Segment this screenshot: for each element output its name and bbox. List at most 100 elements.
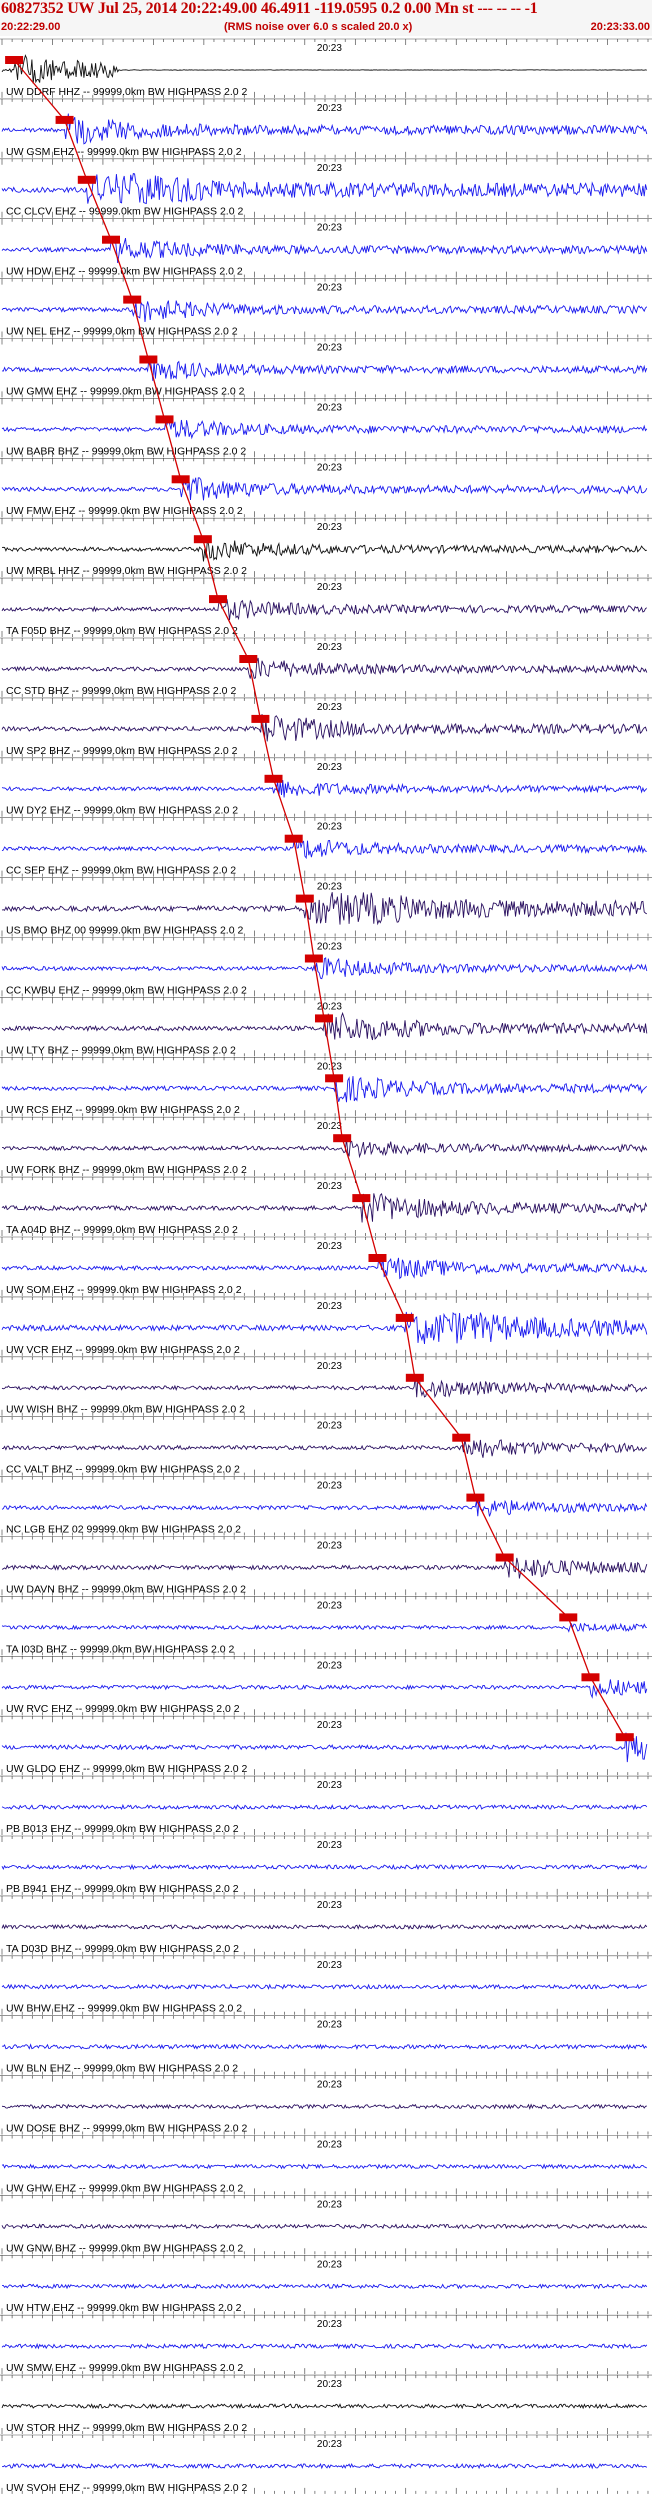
station-label: TA F05D BHZ -- 99999.0km BW HIGHPASS 2.0… (6, 625, 238, 637)
trace-waveform (1, 477, 648, 501)
minute-label: 20:23 (317, 942, 342, 953)
minute-label: 20:23 (317, 2080, 342, 2091)
trace-waveform (1, 1497, 648, 1517)
station-label: UW GNW BHZ -- 99999.0km BW HIGHPASS 2.0 … (6, 2242, 243, 2254)
trace-waveform (1, 2223, 648, 2230)
minute-label: 20:23 (317, 522, 342, 533)
trace-waveform (1, 892, 648, 926)
trace-waveform (1, 1553, 648, 1579)
minute-label: 20:23 (317, 2140, 342, 2151)
station-label: UW GHW EHZ -- 99999.0km BW HIGHPASS 2.0 … (6, 2182, 243, 2194)
trace-waveform (1, 1193, 648, 1223)
station-label: UW LTY BHZ -- 99999.0km BW HIGHPASS 2.0 … (6, 1044, 236, 1056)
start-time-label: 20:22:29.00 (1, 21, 61, 33)
minute-label: 20:23 (317, 1840, 342, 1851)
trace-waveform (1, 1732, 648, 1763)
station-label: UW GLDO EHZ -- 99999.0km BW HIGHPASS 2.0… (6, 1763, 248, 1775)
trace-waveform (1, 1255, 648, 1280)
minute-label: 20:23 (317, 2199, 342, 2210)
trace-waveform (1, 173, 648, 205)
station-label: UW BABR BHZ -- 99999.0km BW HIGHPASS 2.0… (6, 445, 246, 457)
record-title: 60827352 UW Jul 25, 2014 20:22:49.00 46.… (1, 0, 538, 17)
station-label: CC STD BHZ -- 99999.0km BW HIGHPASS 2.0 … (6, 685, 236, 697)
minute-label: 20:23 (317, 1900, 342, 1911)
station-label: UW GSM EHZ -- 99999.0km BW HIGHPASS 2.0 … (6, 146, 242, 158)
station-label: UW BLN EHZ -- 99999.0km BW HIGHPASS 2.0 … (6, 2063, 238, 2075)
minute-label: 20:23 (317, 762, 342, 773)
station-label: CC KWBU EHZ -- 99999.0km BW HIGHPASS 2.0… (6, 984, 247, 996)
trace-waveform (1, 1863, 648, 1871)
station-label: UW NEL EHZ -- 99999.0km BW HIGHPASS 2.0 … (6, 326, 238, 338)
trace-waveform (1, 54, 647, 84)
station-label: TA A04D BHZ -- 99999.0km BW HIGHPASS 2.0… (6, 1224, 238, 1236)
station-label: CC SEP EHZ -- 99999.0km BW HIGHPASS 2.0 … (6, 865, 236, 877)
station-label: UW RVC EHZ -- 99999.0km BW HIGHPASS 2.0 … (6, 1703, 240, 1715)
minute-label: 20:23 (317, 163, 342, 174)
trace-waveform (1, 236, 648, 263)
station-label: UW DDRF HHZ -- 99999.0km BW HIGHPASS 2.0… (6, 86, 248, 98)
minute-label: 20:23 (317, 103, 342, 114)
minute-label: 20:23 (317, 223, 342, 234)
trace-waveform (1, 1439, 647, 1458)
station-label: CC CLCV EHZ -- 99999.0km BW HIGHPASS 2.0… (6, 206, 243, 218)
station-label: CC VALT BHZ -- 99999.0km BW HIGHPASS 2.0… (6, 1464, 240, 1476)
minute-label: 20:23 (317, 1121, 342, 1132)
station-label: PB B013 EHZ -- 99999.0km BW HIGHPASS 2.0… (6, 1823, 239, 1835)
station-label: UW SOM EHZ -- 99999.0km BW HIGHPASS 2.0 … (6, 1284, 242, 1296)
trace-waveform (1, 1679, 648, 1699)
station-label: TA I03D BHZ -- 99999.0km BW HIGHPASS 2.0… (6, 1643, 235, 1655)
trace-waveform (1, 1076, 648, 1103)
trace-waveform (1, 780, 648, 798)
minute-label: 20:23 (317, 582, 342, 593)
trace-waveform (1, 1803, 648, 1811)
end-time-label: 20:23:33.00 (590, 21, 650, 33)
minute-label: 20:23 (317, 43, 342, 54)
trace-waveform (1, 300, 648, 323)
trace-waveform (1, 358, 648, 381)
trace-waveform (1, 657, 648, 680)
minute-label: 20:23 (317, 822, 342, 833)
minute-label: 20:23 (317, 1541, 342, 1552)
station-label: UW BHW EHZ -- 99999.0km BW HIGHPASS 2.0 … (6, 2003, 242, 2015)
station-label: UW SP2 BHZ -- 99999.0km BW HIGHPASS 2.0 … (6, 745, 238, 757)
minute-label: 20:23 (317, 1720, 342, 1731)
trace-waveform (1, 2043, 648, 2051)
minute-label: 20:23 (317, 283, 342, 294)
trace-waveform (1, 113, 648, 145)
minute-label: 20:23 (317, 1001, 342, 1012)
minute-label: 20:23 (317, 2020, 342, 2031)
minute-label: 20:23 (317, 1181, 342, 1192)
station-label: UW DY2 EHZ -- 99999.0km BW HIGHPASS 2.0 … (6, 805, 238, 817)
minute-label: 20:23 (317, 1960, 342, 1971)
trace-waveform (1, 417, 648, 440)
minute-label: 20:23 (317, 1061, 342, 1072)
station-label: UW VCR EHZ -- 99999.0km BW HIGHPASS 2.0 … (6, 1344, 240, 1356)
station-label: US BMO BHZ 00 99999.0km BW HIGHPASS 2.0 … (6, 925, 243, 937)
minute-label: 20:23 (317, 462, 342, 473)
rms-note: (RMS noise over 6.0 s scaled 20.0 x) (224, 21, 413, 33)
minute-label: 20:23 (317, 882, 342, 893)
trace-waveform (1, 957, 648, 980)
trace-waveform (1, 2163, 648, 2170)
trace-waveform (1, 1983, 647, 1990)
minute-label: 20:23 (317, 1301, 342, 1312)
minute-label: 20:23 (317, 642, 342, 653)
trace-waveform (1, 1375, 648, 1399)
minute-label: 20:23 (317, 1600, 342, 1611)
station-label: PB B941 EHZ -- 99999.0km BW HIGHPASS 2.0… (6, 1883, 239, 1895)
trace-waveform (1, 597, 648, 621)
station-label: NC LGB EHZ 02 99999.0km BW HIGHPASS 2.0 … (6, 1524, 241, 1536)
station-label: UW WISH BHZ -- 99999.0km BW HIGHPASS 2.0… (6, 1404, 245, 1416)
trace-waveform (1, 714, 648, 742)
minute-label: 20:23 (317, 402, 342, 413)
station-label: UW DAVN BHZ -- 99999.0km BW HIGHPASS 2.0… (6, 1583, 246, 1595)
minute-label: 20:23 (317, 1660, 342, 1671)
station-label: UW GMW EHZ -- 99999.0km BW HIGHPASS 2.0 … (6, 385, 245, 397)
trace-waveform (1, 2103, 647, 2110)
minute-label: 20:23 (317, 1241, 342, 1252)
trace-waveform (1, 538, 647, 562)
minute-label: 20:23 (317, 1780, 342, 1791)
seismogram-plot: 20:23 UW DDRF HHZ -- 99999.0km BW HIGHPAS… (0, 38, 652, 2494)
station-label: UW DOSE BHZ -- 99999.0km BW HIGHPASS 2.0… (6, 2123, 248, 2135)
trace-waveform (1, 1622, 648, 1633)
